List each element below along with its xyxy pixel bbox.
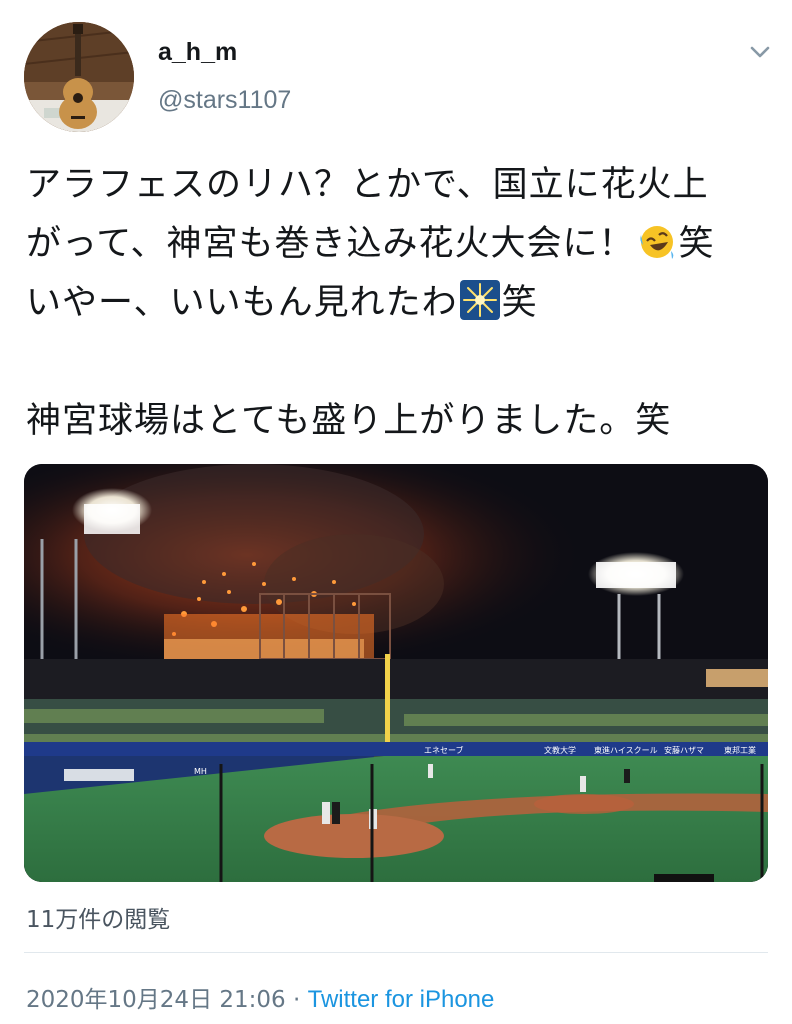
chevron-down-icon[interactable] bbox=[744, 36, 776, 68]
tweet-line: 神宮球場はとても盛り上がりました。笑 bbox=[26, 401, 672, 441]
timestamp[interactable]: 2020年10月24日 21:06 bbox=[26, 987, 286, 1013]
source-link[interactable]: Twitter for iPhone bbox=[308, 986, 495, 1013]
divider bbox=[24, 952, 768, 953]
tweet-line-text: いやー、いいもん見れたわ bbox=[26, 283, 458, 323]
stadium-ad: エネセーブ bbox=[424, 745, 464, 755]
tweet-media-image[interactable]: エネセーブ 文教大学 東進ハイスクール 安藤ハザマ 東邦工業 5725 MH bbox=[24, 464, 768, 882]
stadium-ad: 東邦工業 bbox=[724, 745, 756, 755]
tweet-meta: 2020年10月24日 21:06 · Twitter for iPhone bbox=[26, 980, 494, 1014]
tweet-line: アラフェスのリハ？とかで、国立に花火上 bbox=[26, 165, 709, 205]
user-name[interactable]: a_h_m bbox=[158, 38, 237, 67]
tweet-line-text: がって、神宮も巻き込み花火大会に！ bbox=[26, 224, 635, 264]
tweet-line: がって、神宮も巻き込み花火大会に！ 笑 bbox=[26, 215, 766, 274]
tweet-line-text: 笑 bbox=[501, 283, 538, 323]
stadium-ad: MH bbox=[194, 767, 207, 776]
avatar[interactable] bbox=[24, 22, 134, 132]
meta-separator: · bbox=[292, 987, 301, 1013]
tweet-text: アラフェスのリハ？とかで、国立に花火上 がって、神宮も巻き込み花火大会に！ 笑 い… bbox=[26, 156, 766, 451]
stadium-ad: 東進ハイスクール bbox=[594, 745, 658, 755]
tweet-card: a_h_m @stars1107 アラフェスのリハ？とかで、国立に花火上 がって… bbox=[0, 0, 792, 1024]
tweet-line-text: 笑 bbox=[678, 224, 715, 264]
tweet-line: いやー、いいもん見れたわ 笑 bbox=[26, 274, 766, 333]
rolling-on-floor-laughing-icon bbox=[637, 221, 677, 261]
stadium-ad: 文教大学 bbox=[544, 745, 576, 755]
stadium-ad: 安藤ハザマ bbox=[664, 745, 704, 755]
view-count: 11万件の閲覧 bbox=[26, 907, 171, 933]
sparkler-icon bbox=[459, 280, 500, 320]
user-handle[interactable]: @stars1107 bbox=[158, 86, 291, 115]
